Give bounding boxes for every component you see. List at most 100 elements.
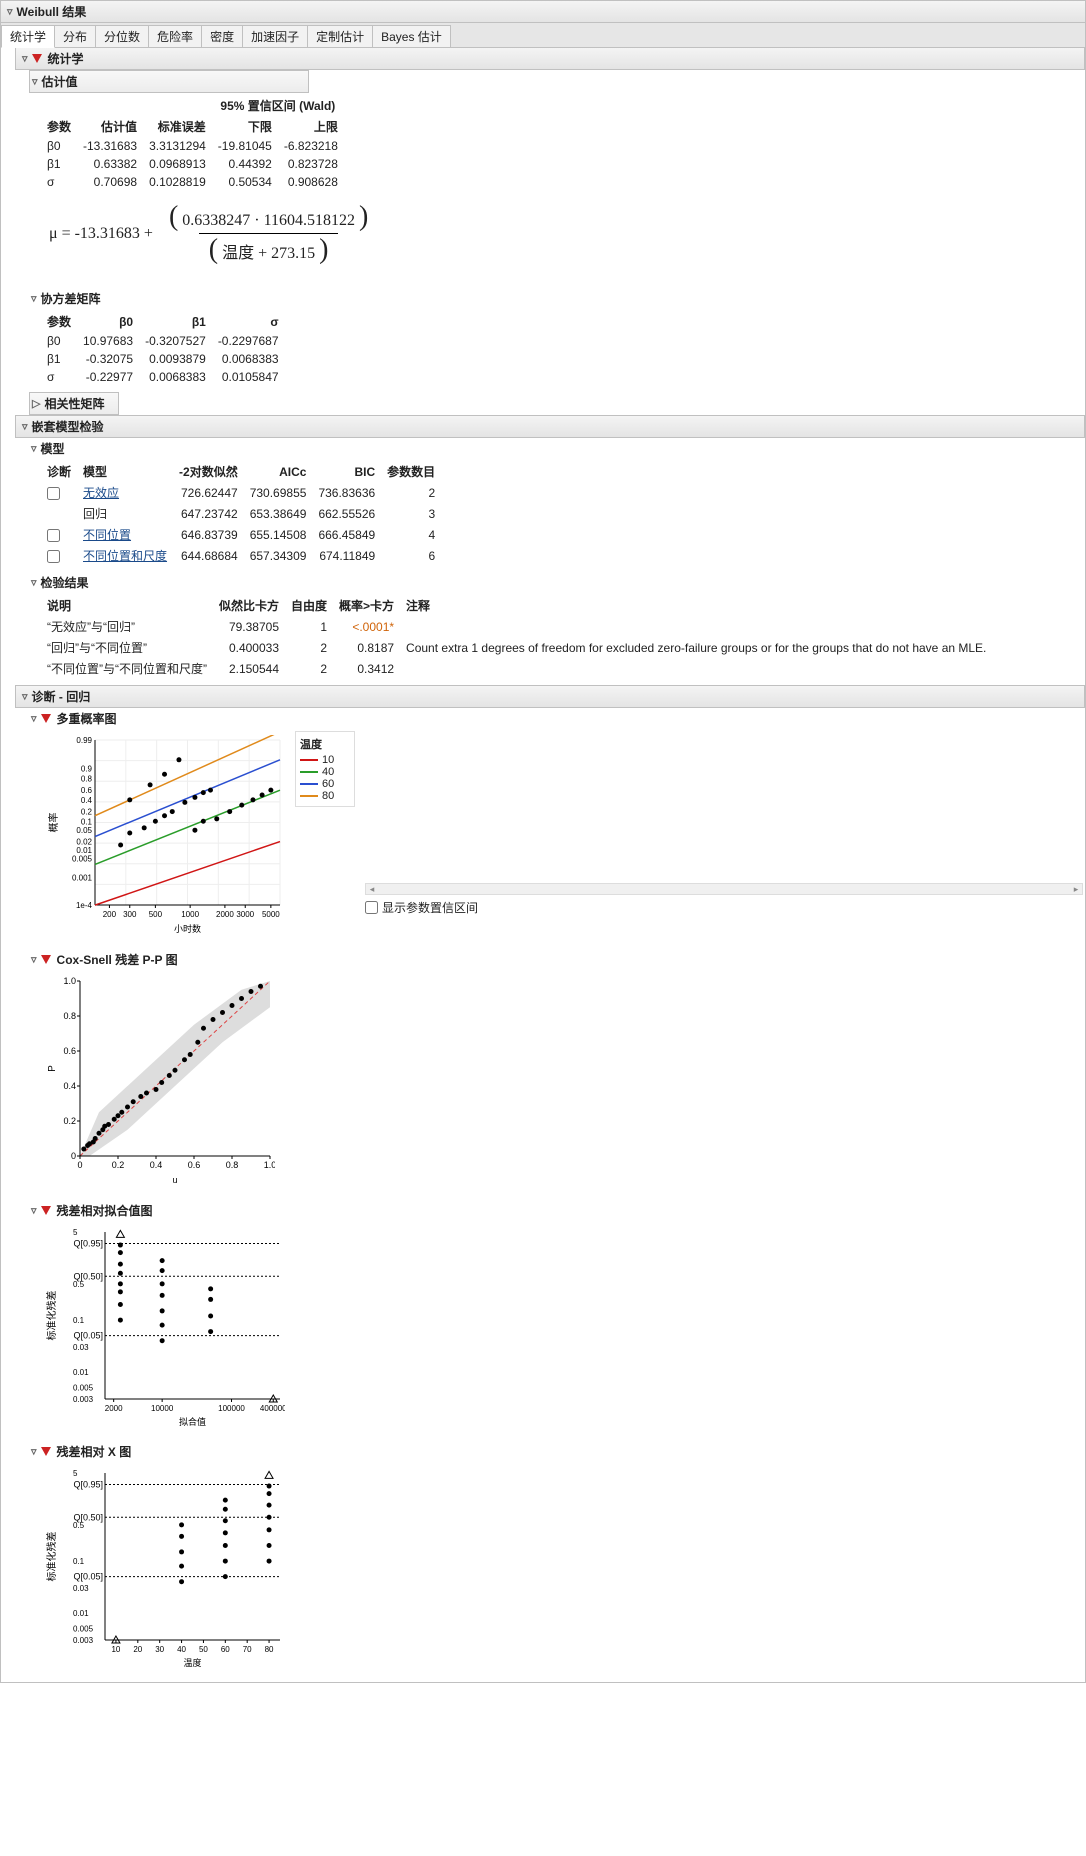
tab-bar: 统计学分布分位数危险率密度加速因子定制估计Bayes 估计 xyxy=(1,23,1085,48)
svg-text:0.99: 0.99 xyxy=(76,736,92,745)
section-stats-title: 统计学 xyxy=(48,50,84,67)
svg-text:30: 30 xyxy=(155,1645,164,1654)
svg-text:0: 0 xyxy=(77,1160,82,1170)
estimates-title: 估计值 xyxy=(42,73,78,90)
resid-fit-chart[interactable]: Q[0.95]Q[0.50]Q[0.05]2000100001000004000… xyxy=(45,1227,1083,1427)
disclosure-icon[interactable] xyxy=(31,292,37,305)
svg-text:Q[0.95]: Q[0.95] xyxy=(73,1238,103,1248)
svg-text:80: 80 xyxy=(265,1645,274,1654)
hotspot-icon[interactable] xyxy=(41,1206,51,1215)
svg-text:200: 200 xyxy=(103,910,117,919)
tab-1[interactable]: 分布 xyxy=(54,25,96,47)
svg-text:300: 300 xyxy=(123,910,137,919)
tab-3[interactable]: 危险率 xyxy=(148,25,202,47)
h-scrollbar[interactable] xyxy=(365,883,1083,895)
diag-checkbox[interactable] xyxy=(47,529,60,542)
svg-text:0.005: 0.005 xyxy=(73,1625,94,1634)
diag-title: 诊断 - 回归 xyxy=(32,688,91,705)
svg-text:40: 40 xyxy=(177,1645,186,1654)
svg-text:0.01: 0.01 xyxy=(73,1368,89,1377)
disclosure-icon[interactable] xyxy=(31,442,37,455)
panel-title-bar: Weibull 结果 xyxy=(1,1,1085,23)
multi-title: 多重概率图 xyxy=(57,710,117,727)
diag-checkbox[interactable] xyxy=(47,550,60,563)
corr-header[interactable]: 相关性矩阵 xyxy=(29,392,119,415)
hotspot-icon[interactable] xyxy=(41,1447,51,1456)
disclosure-icon[interactable] xyxy=(22,420,28,433)
disclosure-icon[interactable] xyxy=(31,1204,37,1217)
diag-header: 诊断 - 回归 xyxy=(15,685,1085,708)
show-ci-checkbox[interactable]: 显示参数置信区间 xyxy=(365,899,1083,916)
disclosure-icon[interactable] xyxy=(32,397,40,410)
coxsnell-header: Cox-Snell 残差 P-P 图 xyxy=(29,949,1085,970)
tab-4[interactable]: 密度 xyxy=(201,25,243,47)
tab-5[interactable]: 加速因子 xyxy=(242,25,308,47)
svg-text:标准化残差: 标准化残差 xyxy=(45,1532,58,1582)
model-link[interactable]: 无效应 xyxy=(83,486,119,500)
model-link[interactable]: 不同位置和尺度 xyxy=(83,549,167,563)
cov-table: 参数β0β1σ β010.97683-0.3207527-0.2297687β1… xyxy=(45,311,289,386)
weibull-results-panel: Weibull 结果 统计学分布分位数危险率密度加速因子定制估计Bayes 估计… xyxy=(0,0,1086,1683)
svg-text:0.005: 0.005 xyxy=(73,1384,94,1393)
resid-x-chart[interactable]: Q[0.95]Q[0.50]Q[0.05]10203040506070800.0… xyxy=(45,1468,1083,1668)
tab-0[interactable]: 统计学 xyxy=(1,25,55,48)
tab-7[interactable]: Bayes 估计 xyxy=(372,25,451,47)
svg-text:0.005: 0.005 xyxy=(72,854,93,863)
cov-section: 协方差矩阵 参数β0β1σ β010.97683-0.3207527-0.229… xyxy=(29,288,1085,392)
diag-checkbox[interactable] xyxy=(47,487,60,500)
svg-text:0.6: 0.6 xyxy=(63,1046,76,1056)
resid-x-header: 残差相对 X 图 xyxy=(29,1441,1085,1462)
svg-text:概率: 概率 xyxy=(47,813,60,833)
svg-text:Q[0.95]: Q[0.95] xyxy=(73,1479,103,1489)
svg-text:2000: 2000 xyxy=(105,1404,123,1413)
disclosure-icon[interactable] xyxy=(31,576,37,589)
disclosure-icon[interactable] xyxy=(31,1445,37,1458)
svg-text:0.8: 0.8 xyxy=(226,1160,239,1170)
svg-text:1.0: 1.0 xyxy=(63,976,76,986)
svg-text:0.2: 0.2 xyxy=(112,1160,125,1170)
nested-title: 嵌套模型检验 xyxy=(32,418,104,435)
show-ci-input[interactable] xyxy=(365,901,378,914)
tests-title: 检验结果 xyxy=(41,574,89,591)
svg-text:0.2: 0.2 xyxy=(63,1116,76,1126)
svg-text:拟合值: 拟合值 xyxy=(179,1416,206,1427)
svg-text:1e-4: 1e-4 xyxy=(76,901,93,910)
estimates-header: 估计值 xyxy=(29,70,309,93)
panel-title: Weibull 结果 xyxy=(17,3,87,20)
svg-text:0.01: 0.01 xyxy=(76,846,92,855)
svg-text:0.4: 0.4 xyxy=(63,1081,76,1091)
cov-header: 协方差矩阵 xyxy=(29,288,1085,309)
multi-header: 多重概率图 xyxy=(29,708,1085,729)
resid-x-title: 残差相对 X 图 xyxy=(57,1443,132,1460)
resid-fit-header: 残差相对拟合值图 xyxy=(29,1200,1085,1221)
svg-text:10: 10 xyxy=(111,1645,120,1654)
model-link[interactable]: 不同位置 xyxy=(83,528,131,542)
tests-header: 检验结果 xyxy=(29,572,1085,593)
disclosure-icon[interactable] xyxy=(7,5,13,18)
svg-text:60: 60 xyxy=(221,1645,230,1654)
svg-text:0.01: 0.01 xyxy=(73,1609,89,1618)
disclosure-icon[interactable] xyxy=(22,690,28,703)
section-stats-header: 统计学 xyxy=(15,47,1085,70)
disclosure-icon[interactable] xyxy=(32,75,38,88)
hotspot-icon[interactable] xyxy=(41,955,51,964)
tab-2[interactable]: 分位数 xyxy=(95,25,149,47)
svg-text:0.05: 0.05 xyxy=(76,826,92,835)
svg-text:P: P xyxy=(47,1065,58,1072)
svg-text:0.8: 0.8 xyxy=(63,1011,76,1021)
disclosure-icon[interactable] xyxy=(22,52,28,65)
disclosure-icon[interactable] xyxy=(31,712,37,725)
tab-6[interactable]: 定制估计 xyxy=(307,25,373,47)
hotspot-icon[interactable] xyxy=(41,714,51,723)
svg-text:Q[0.05]: Q[0.05] xyxy=(73,1572,103,1582)
svg-text:70: 70 xyxy=(243,1645,252,1654)
svg-text:1.0: 1.0 xyxy=(264,1160,275,1170)
tests-table: 说明似然比卡方自由度概率>卡方注释 “无效应”与“回归”79.387051<.0… xyxy=(45,595,996,679)
disclosure-icon[interactable] xyxy=(31,953,37,966)
svg-text:5: 5 xyxy=(73,1469,78,1478)
coxsnell-chart[interactable]: 000.20.20.40.40.60.60.80.81.01.0uP xyxy=(45,976,1083,1186)
hotspot-icon[interactable] xyxy=(32,54,42,63)
svg-text:0.4: 0.4 xyxy=(81,796,93,805)
multi-prob-chart[interactable]: 20030050010002000300050001e-40.0010.0050… xyxy=(45,735,285,935)
svg-text:小时数: 小时数 xyxy=(174,923,201,934)
